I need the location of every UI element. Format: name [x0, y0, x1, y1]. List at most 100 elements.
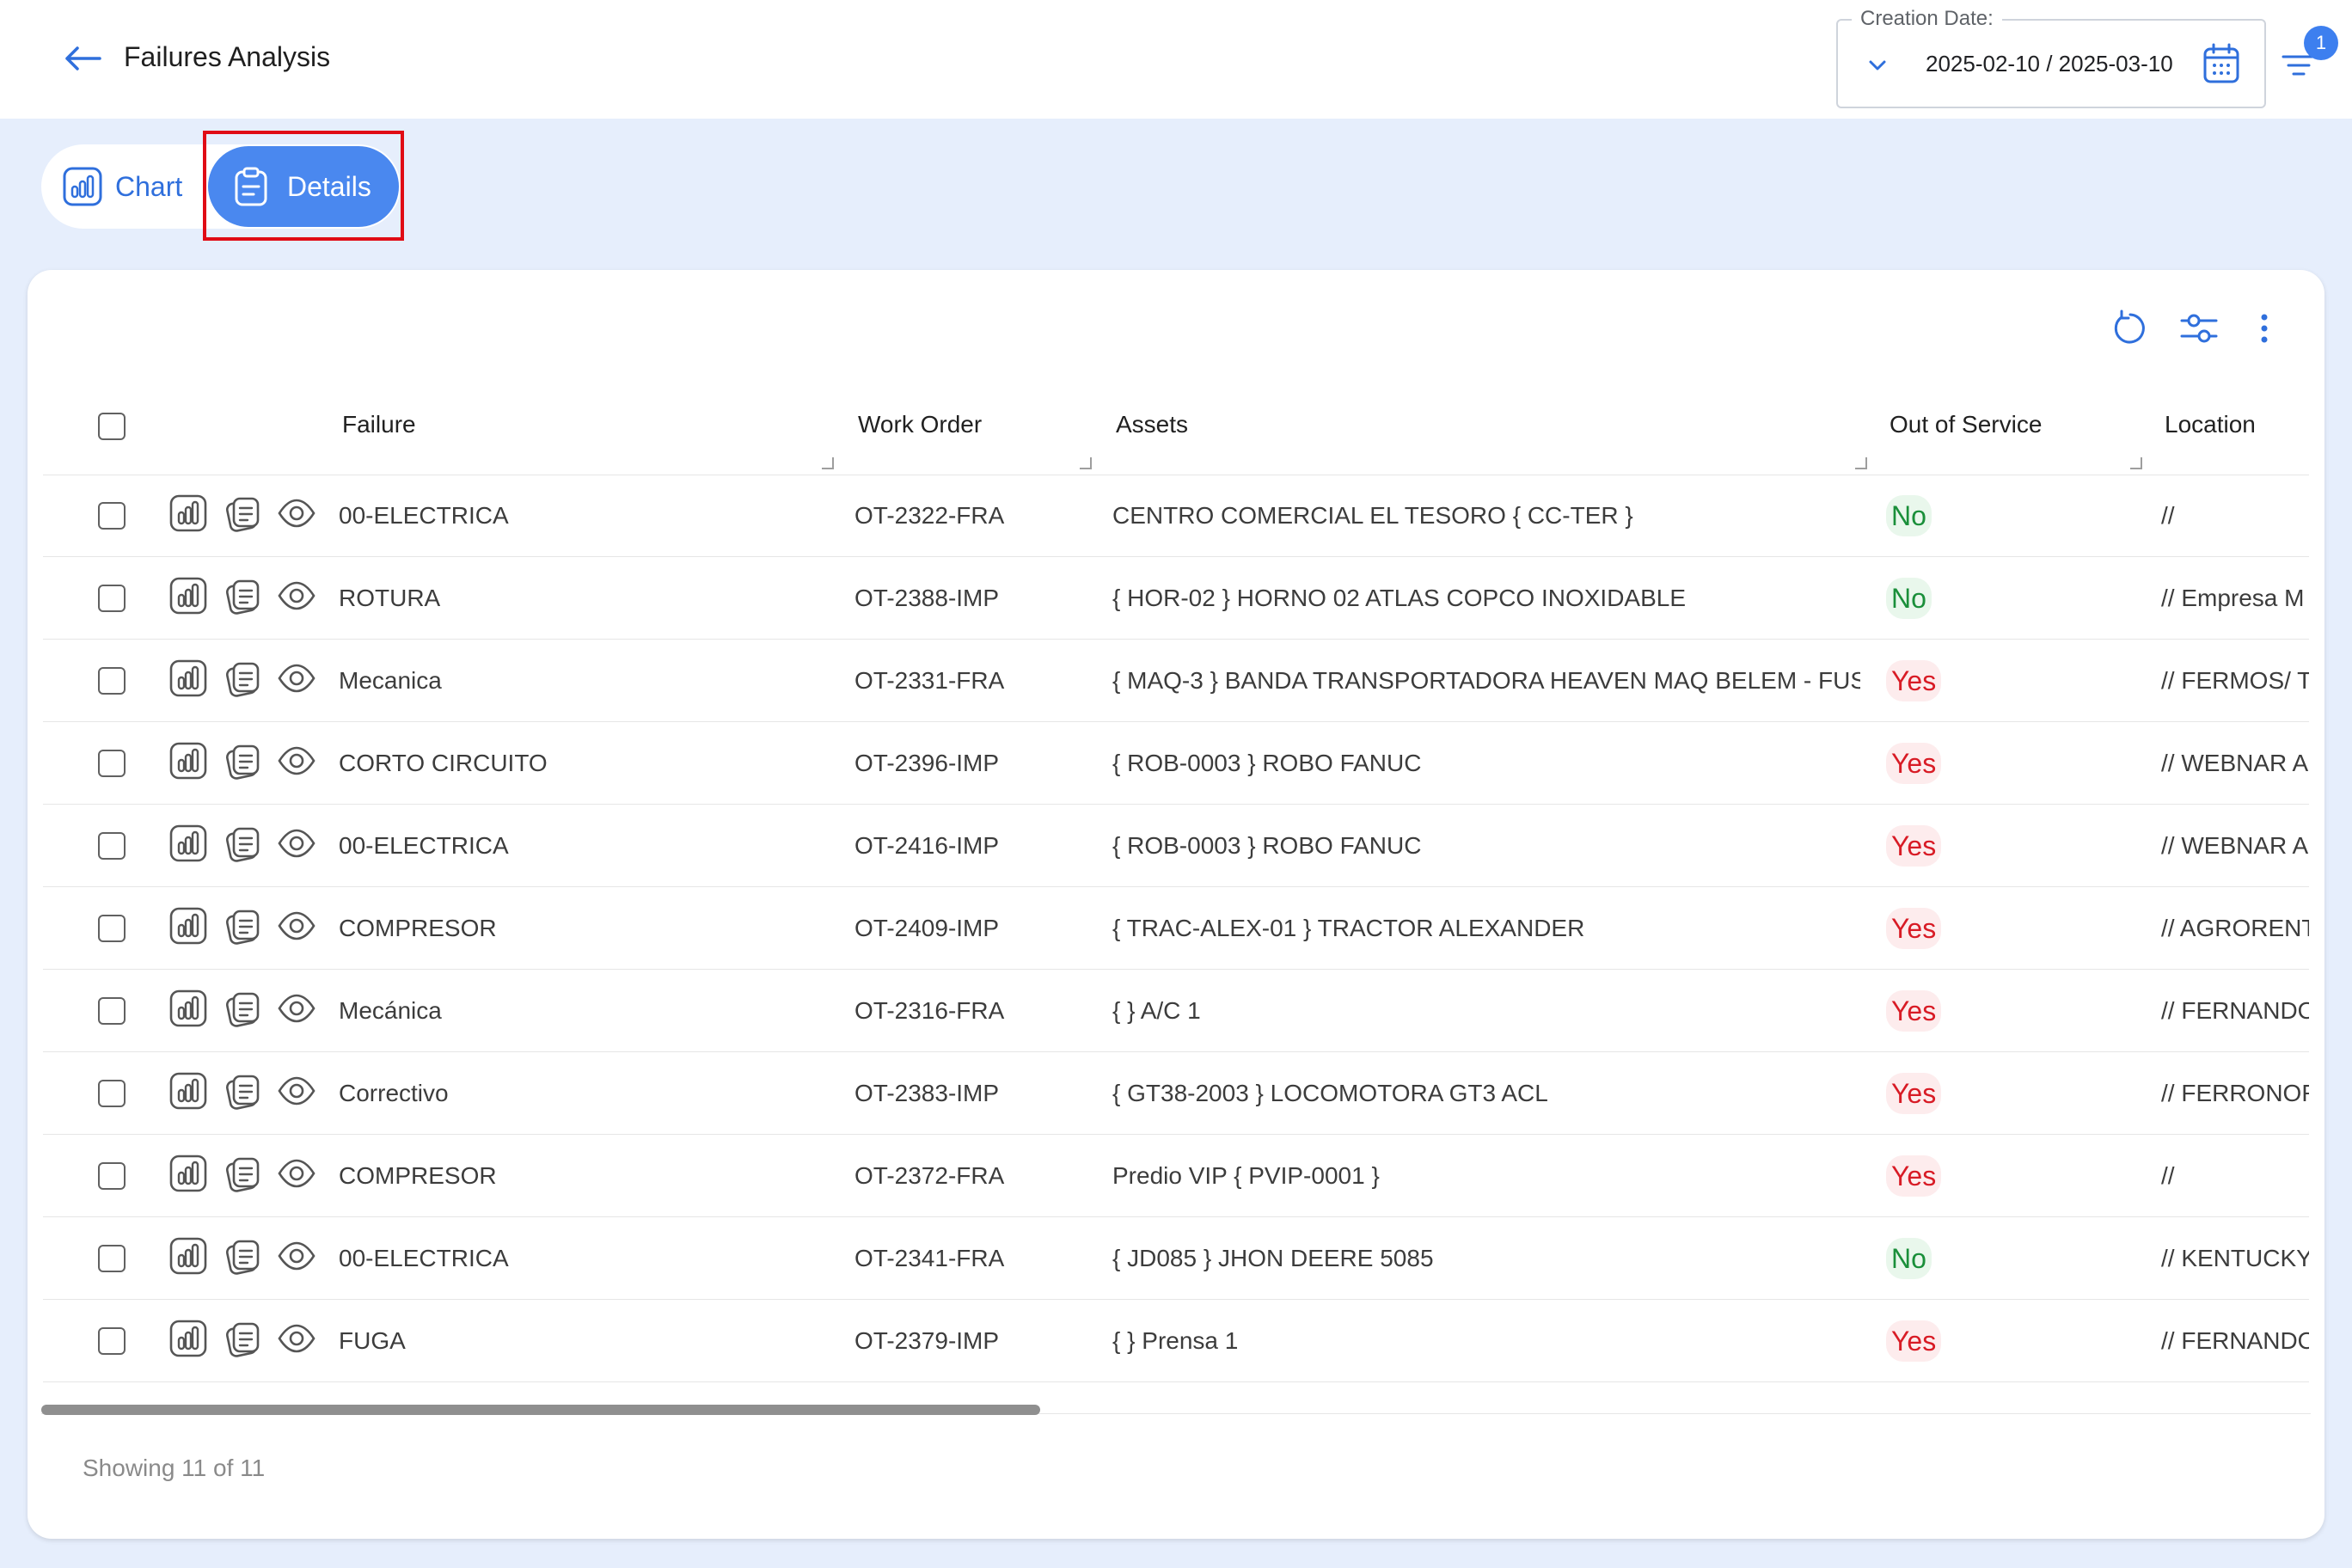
table-row[interactable]: 00-ELECTRICA OT-2322-FRA CENTRO COMERCIAL …	[43, 475, 2309, 557]
cell-assets: { ROB-0003 } ROBO FANUC	[1112, 831, 1422, 859]
column-header-failure[interactable]: Failure	[342, 407, 416, 442]
arrow-left-icon	[65, 46, 101, 70]
select-all-checkbox[interactable]	[98, 413, 126, 440]
row-chart-icon[interactable]	[168, 906, 208, 946]
row-chart-icon[interactable]	[168, 1154, 208, 1193]
row-notes-icon[interactable]	[224, 658, 263, 698]
creation-date-label: Creation Date:	[1852, 7, 2002, 31]
status-badge: Yes	[1886, 907, 1942, 949]
cell-failure: Mecánica	[339, 996, 442, 1024]
row-notes-icon[interactable]	[224, 824, 263, 863]
row-chart-icon[interactable]	[168, 1236, 208, 1276]
back-button[interactable]	[57, 34, 108, 83]
row-view-eye-icon[interactable]	[277, 493, 316, 533]
date-range-value[interactable]: 2025-02-10 / 2025-03-10	[1926, 48, 2173, 79]
cell-out-of-service: No	[1886, 475, 2127, 556]
cell-assets: { } Prensa 1	[1112, 1326, 1239, 1354]
cell-work-order: OT-2372-FRA	[854, 1161, 1005, 1189]
row-view-eye-icon[interactable]	[277, 824, 316, 863]
column-settings-button[interactable]	[2177, 306, 2221, 351]
row-checkbox[interactable]	[98, 502, 126, 530]
row-notes-icon[interactable]	[224, 989, 263, 1028]
column-resizer[interactable]	[822, 457, 834, 469]
row-notes-icon[interactable]	[224, 906, 263, 946]
row-view-eye-icon[interactable]	[277, 906, 316, 946]
more-options-button[interactable]	[2242, 306, 2287, 351]
row-view-eye-icon[interactable]	[277, 1236, 316, 1276]
bar-chart-icon	[63, 167, 102, 206]
column-resizer[interactable]	[1855, 457, 1867, 469]
tab-chart[interactable]: Chart	[41, 144, 210, 229]
cell-failure: Mecanica	[339, 666, 442, 694]
row-notes-icon[interactable]	[224, 1154, 263, 1193]
row-notes-icon[interactable]	[224, 493, 263, 533]
status-badge: Yes	[1886, 824, 1942, 867]
cell-out-of-service: Yes	[1886, 640, 2127, 721]
row-checkbox[interactable]	[98, 1162, 126, 1190]
table-row[interactable]: 00-ELECTRICA OT-2341-FRA { JD085 } JHON DE…	[43, 1217, 2309, 1300]
row-view-eye-icon[interactable]	[277, 576, 316, 616]
row-notes-icon[interactable]	[224, 576, 263, 616]
table-row[interactable]: CORTO CIRCUITO OT-2396-IMP { ROB-0003 } RO…	[43, 722, 2309, 805]
row-view-eye-icon[interactable]	[277, 658, 316, 698]
row-checkbox[interactable]	[98, 1080, 126, 1107]
chevron-down-icon[interactable]	[1862, 50, 1893, 81]
cell-work-order: OT-2379-IMP	[854, 1326, 1000, 1354]
cell-work-order: OT-2416-IMP	[854, 831, 1000, 859]
row-checkbox[interactable]	[98, 667, 126, 695]
row-notes-icon[interactable]	[224, 741, 263, 781]
cell-assets: { MAQ-3 } BANDA TRANSPORTADORA HEAVEN MA…	[1112, 666, 1860, 694]
row-chart-icon[interactable]	[168, 1071, 208, 1111]
calendar-icon[interactable]	[2201, 41, 2242, 86]
row-view-eye-icon[interactable]	[277, 1071, 316, 1111]
column-header-work-order[interactable]: Work Order	[858, 407, 982, 442]
row-notes-icon[interactable]	[224, 1236, 263, 1276]
table-row[interactable]: FUGA OT-2379-IMP { } Prensa 1 Yes // FERNAND…	[43, 1300, 2309, 1382]
refresh-button[interactable]	[2108, 306, 2153, 351]
row-chart-icon[interactable]	[168, 1319, 208, 1358]
row-chart-icon[interactable]	[168, 493, 208, 533]
cell-location: // FERRONOR	[2161, 1079, 2309, 1106]
row-chart-icon[interactable]	[168, 741, 208, 781]
row-notes-icon[interactable]	[224, 1071, 263, 1111]
row-chart-icon[interactable]	[168, 576, 208, 616]
row-chart-icon[interactable]	[168, 989, 208, 1028]
row-checkbox[interactable]	[98, 750, 126, 777]
table-row[interactable]: COMPRESOR OT-2409-IMP { TRAC-ALEX-01 } TRA…	[43, 887, 2309, 970]
row-view-eye-icon[interactable]	[277, 741, 316, 781]
row-checkbox[interactable]	[98, 1327, 126, 1355]
row-notes-icon[interactable]	[224, 1319, 263, 1358]
table-row[interactable]: Mecanica OT-2331-FRA { MAQ-3 } BANDA TRANS…	[43, 640, 2309, 722]
table-row[interactable]: Correctivo OT-2383-IMP { GT38-2003 } LOCOM…	[43, 1052, 2309, 1135]
horizontal-scrollbar[interactable]	[41, 1405, 1040, 1415]
cell-failure: COMPRESOR	[339, 1161, 497, 1189]
row-checkbox[interactable]	[98, 997, 126, 1025]
column-resizer[interactable]	[2130, 457, 2142, 469]
cell-location: //	[2161, 1161, 2175, 1189]
row-view-eye-icon[interactable]	[277, 1319, 316, 1358]
column-header-assets[interactable]: Assets	[1116, 407, 1188, 442]
row-checkbox[interactable]	[98, 915, 126, 942]
cell-out-of-service: Yes	[1886, 1052, 2127, 1134]
selection-highlight	[203, 131, 404, 241]
cell-location: // Empresa M	[2161, 584, 2305, 611]
column-header-location[interactable]: Location	[2165, 407, 2256, 442]
row-checkbox[interactable]	[98, 832, 126, 860]
table-row[interactable]: Mecánica OT-2316-FRA { } A/C 1 Yes // FERNAN…	[43, 970, 2309, 1052]
row-chart-icon[interactable]	[168, 658, 208, 698]
cell-location: //	[2161, 501, 2175, 529]
cell-failure: ROTURA	[339, 584, 441, 611]
column-resizer[interactable]	[1080, 457, 1092, 469]
table-row[interactable]: 00-ELECTRICA OT-2416-IMP { ROB-0003 } ROBO…	[43, 805, 2309, 887]
table-row[interactable]: COMPRESOR OT-2372-FRA Predio VIP { PVIP-00…	[43, 1135, 2309, 1217]
row-view-eye-icon[interactable]	[277, 1154, 316, 1193]
row-checkbox[interactable]	[98, 585, 126, 612]
row-view-eye-icon[interactable]	[277, 989, 316, 1028]
row-checkbox[interactable]	[98, 1245, 126, 1272]
tab-chart-label: Chart	[115, 170, 183, 202]
column-header-out-of-service[interactable]: Out of Service	[1890, 407, 2042, 442]
cell-out-of-service: Yes	[1886, 970, 2127, 1051]
row-chart-icon[interactable]	[168, 824, 208, 863]
table-row[interactable]: ROTURA OT-2388-IMP { HOR-02 } HORNO 02 ATL…	[43, 557, 2309, 640]
cell-out-of-service: Yes	[1886, 722, 2127, 804]
